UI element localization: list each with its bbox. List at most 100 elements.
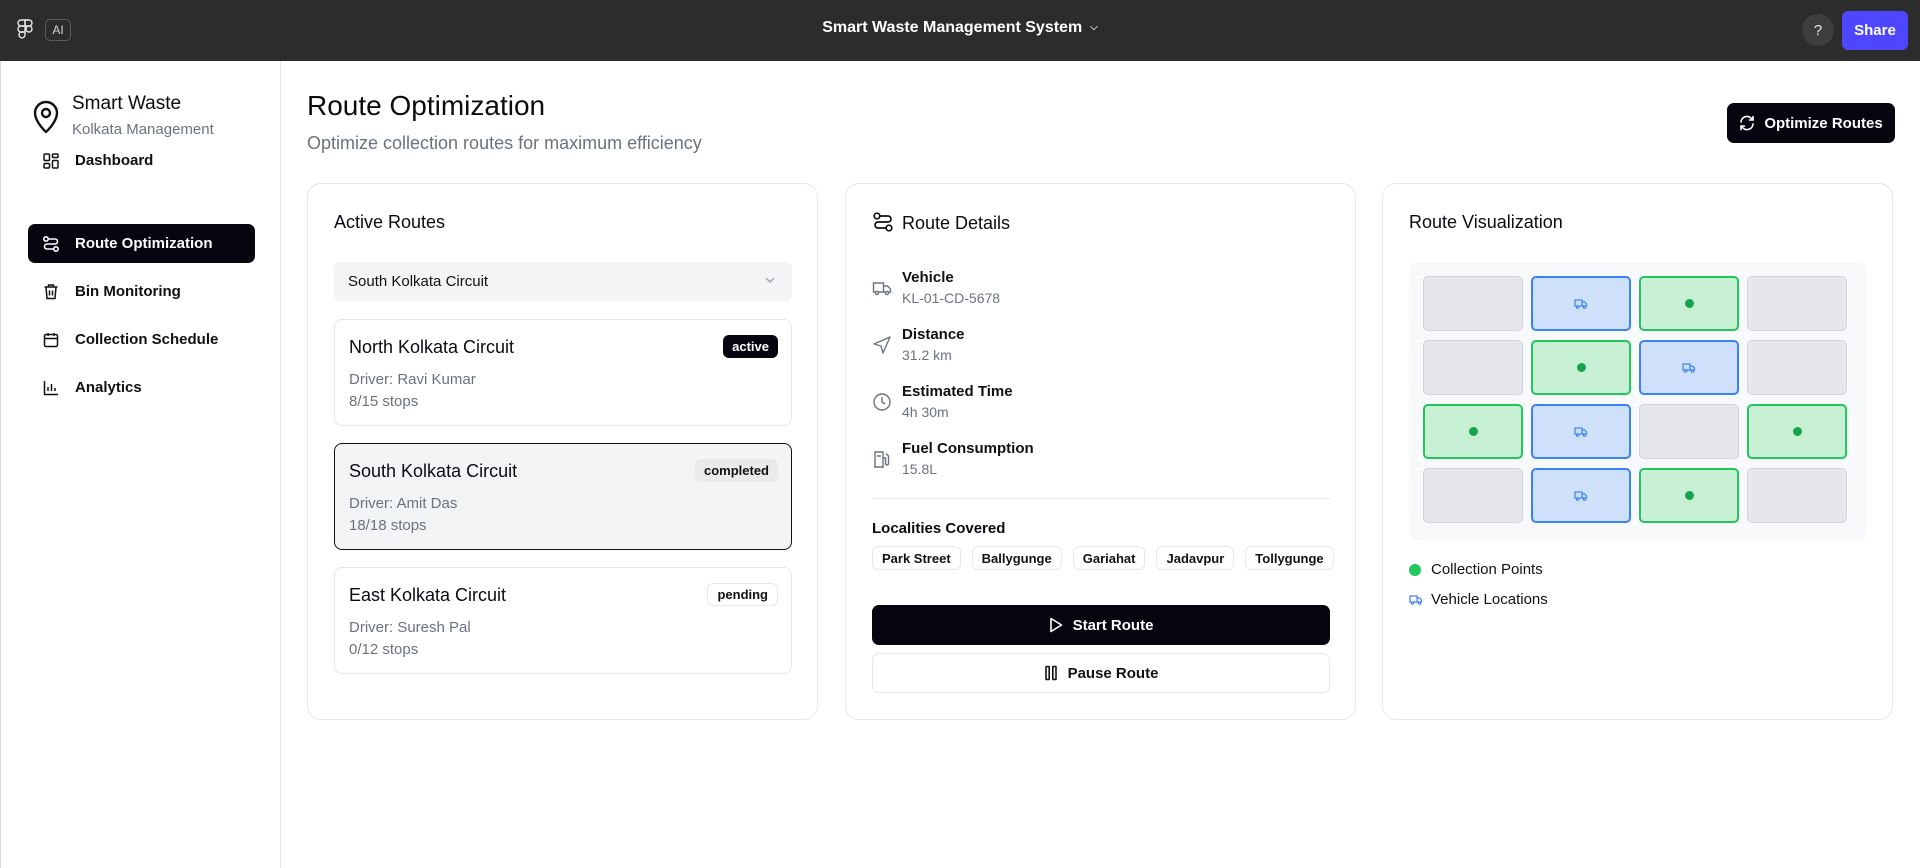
optimize-routes-label: Optimize Routes bbox=[1764, 114, 1883, 132]
locality-chip: Ballygunge bbox=[971, 546, 1062, 570]
truck-icon bbox=[1574, 426, 1588, 437]
collection-point-dot-icon bbox=[1684, 299, 1694, 308]
share-button[interactable]: Share bbox=[1842, 11, 1908, 50]
route-visualization-card: Route Visualization Collection Points Ve… bbox=[1382, 183, 1893, 720]
route-name: North Kolkata Circuit bbox=[349, 337, 515, 357]
play-icon bbox=[1049, 617, 1062, 633]
route-stops: 18/18 stops bbox=[349, 517, 427, 534]
truck-icon bbox=[1682, 362, 1696, 373]
route-name: South Kolkata Circuit bbox=[349, 461, 518, 481]
route-icon bbox=[873, 212, 893, 232]
pause-route-button[interactable]: Pause Route bbox=[872, 653, 1330, 693]
sidebar-item-analytics[interactable]: Analytics bbox=[28, 368, 255, 407]
active-routes-card: Active Routes South Kolkata Circuit Nort… bbox=[307, 183, 818, 720]
sidebar-item-bin-monitoring[interactable]: Bin Monitoring bbox=[28, 272, 255, 311]
grid-cell-point bbox=[1639, 468, 1739, 523]
pause-route-label: Pause Route bbox=[1067, 664, 1159, 682]
route-item-east-kolkata[interactable]: East Kolkata Circuit pending Driver: Sur… bbox=[334, 567, 792, 674]
collection-point-dot-icon bbox=[1576, 363, 1586, 372]
grid-cell-empty bbox=[1423, 468, 1523, 523]
grid-cell-empty bbox=[1747, 340, 1847, 395]
distance-label: Distance bbox=[902, 326, 965, 343]
project-title[interactable]: Smart Waste Management System ⌵ bbox=[0, 19, 1920, 37]
calendar-icon bbox=[42, 331, 60, 349]
grid-cell-point bbox=[1747, 404, 1847, 459]
status-badge: active bbox=[723, 335, 778, 358]
project-title-text[interactable]: Smart Waste Management System bbox=[822, 19, 1082, 36]
route-stops: 8/15 stops bbox=[349, 393, 419, 410]
legend-label: Collection Points bbox=[1431, 561, 1543, 578]
card-title: Active Routes bbox=[334, 212, 446, 232]
divider bbox=[872, 498, 1330, 499]
collection-point-dot-icon bbox=[1792, 427, 1802, 436]
card-title: Route Details bbox=[902, 213, 1011, 233]
legend-label: Vehicle Locations bbox=[1431, 591, 1548, 608]
grid-cell-vehicle bbox=[1531, 404, 1631, 459]
start-route-button[interactable]: Start Route bbox=[872, 605, 1330, 645]
sidebar-item-label: Analytics bbox=[75, 379, 142, 396]
grid-cell-empty bbox=[1639, 404, 1739, 459]
route-stops: 0/12 stops bbox=[349, 641, 419, 658]
fuel-consumption-value: 15.8L bbox=[902, 461, 938, 477]
truck-icon bbox=[1574, 298, 1588, 309]
grid-cell-vehicle bbox=[1639, 340, 1739, 395]
route-details-card: Route Details Vehicle KL-01-CD-5678 Dist… bbox=[845, 183, 1356, 720]
estimated-time-label: Estimated Time bbox=[902, 383, 1013, 400]
localities-label: Localities Covered bbox=[872, 520, 1006, 537]
sidebar-item-label: Bin Monitoring bbox=[75, 283, 181, 300]
grid-cell-point bbox=[1423, 404, 1523, 459]
map-pin-icon bbox=[33, 100, 59, 134]
grid-cell-vehicle bbox=[1531, 276, 1631, 331]
grid-cell-empty bbox=[1747, 276, 1847, 331]
page-subtitle: Optimize collection routes for maximum e… bbox=[307, 133, 702, 153]
legend-vehicle-locations: Vehicle Locations bbox=[1409, 591, 1548, 608]
route-driver: Driver: Suresh Pal bbox=[349, 619, 471, 636]
locality-chip: Gariahat bbox=[1072, 546, 1146, 570]
sidebar-item-dashboard[interactable]: Dashboard bbox=[28, 141, 255, 180]
grid-cell-empty bbox=[1747, 468, 1847, 523]
grid-cell-point bbox=[1531, 340, 1631, 395]
navigation-icon bbox=[873, 336, 891, 354]
locality-chip: Jadavpur bbox=[1156, 546, 1235, 570]
truck-icon bbox=[1574, 490, 1588, 501]
route-name: East Kolkata Circuit bbox=[349, 585, 507, 605]
grid-cell-vehicle bbox=[1531, 468, 1631, 523]
help-button[interactable]: ? bbox=[1802, 14, 1834, 46]
brand-name: Smart Waste bbox=[72, 93, 182, 114]
top-bar: AI Smart Waste Management System ⌵ ? Shar… bbox=[0, 0, 1920, 61]
card-title: Route Visualization bbox=[1409, 212, 1563, 232]
sidebar-item-route-optimization[interactable]: Route Optimization bbox=[28, 224, 255, 263]
route-item-north-kolkata[interactable]: North Kolkata Circuit active Driver: Rav… bbox=[334, 319, 792, 426]
chevron-down-icon bbox=[765, 277, 775, 284]
vehicle-label: Vehicle bbox=[902, 269, 954, 286]
grid-cell-empty bbox=[1423, 340, 1523, 395]
sidebar-item-collection-schedule[interactable]: Collection Schedule bbox=[28, 320, 255, 359]
collection-point-dot-icon bbox=[1409, 563, 1421, 576]
status-badge: pending bbox=[707, 583, 778, 606]
route-driver: Driver: Amit Das bbox=[349, 495, 458, 512]
locality-chip: Tollygunge bbox=[1245, 546, 1334, 570]
status-badge: completed bbox=[694, 459, 778, 482]
route-select[interactable]: South Kolkata Circuit bbox=[334, 262, 792, 301]
localities-list: Park Street Ballygunge Gariahat Jadavpur… bbox=[872, 546, 1334, 570]
sidebar-item-label: Route Optimization bbox=[75, 235, 213, 252]
distance-value: 31.2 km bbox=[902, 347, 952, 363]
chevron-down-icon[interactable]: ⌵ bbox=[1090, 22, 1098, 33]
grid-cell-point bbox=[1639, 276, 1739, 331]
optimize-routes-button[interactable]: Optimize Routes bbox=[1727, 103, 1895, 143]
brand-subtitle: Kolkata Management bbox=[72, 121, 214, 138]
fuel-consumption-label: Fuel Consumption bbox=[902, 440, 1034, 457]
vehicle-value: KL-01-CD-5678 bbox=[902, 290, 1001, 306]
clock-icon bbox=[873, 393, 891, 411]
sidebar: Smart Waste Kolkata Management Dashboard… bbox=[1, 61, 281, 868]
pause-icon bbox=[1044, 665, 1057, 681]
truck-icon bbox=[872, 282, 892, 296]
estimated-time-value: 4h 30m bbox=[902, 404, 949, 420]
dashboard-icon bbox=[42, 152, 60, 170]
collection-point-dot-icon bbox=[1684, 491, 1694, 500]
route-item-south-kolkata[interactable]: South Kolkata Circuit completed Driver: … bbox=[334, 443, 792, 550]
grid-cell-empty bbox=[1423, 276, 1523, 331]
refresh-icon bbox=[1740, 115, 1755, 131]
route-driver: Driver: Ravi Kumar bbox=[349, 371, 476, 388]
fuel-icon bbox=[874, 451, 890, 468]
